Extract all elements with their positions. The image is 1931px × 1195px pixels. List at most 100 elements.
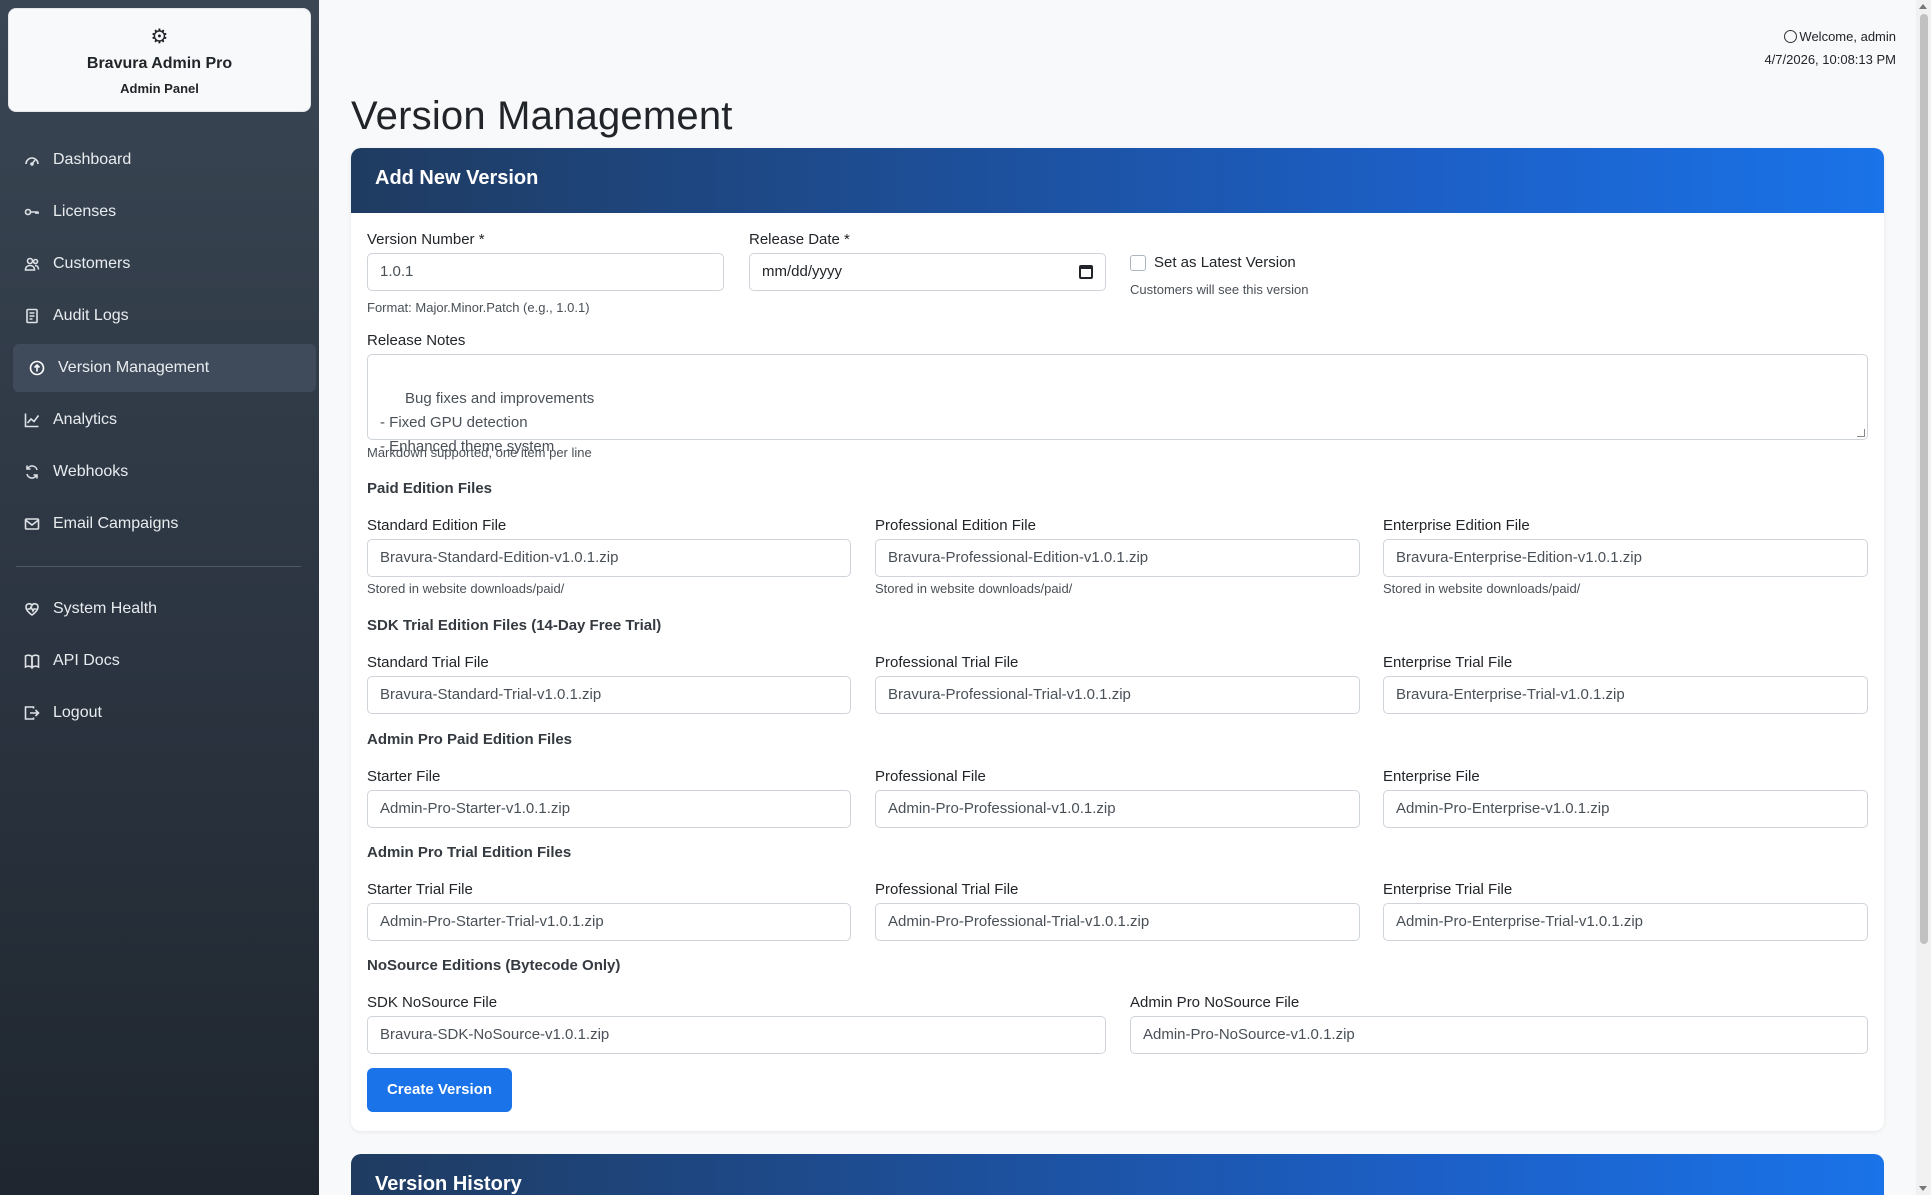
enterprise-file-input[interactable]: Admin-Pro-Enterprise-v1.0.1.zip bbox=[1383, 790, 1868, 828]
enterprise-file-label: Enterprise File bbox=[1383, 768, 1480, 785]
version-number-label: Version Number * bbox=[367, 231, 485, 248]
sidebar-item-logout[interactable]: Logout bbox=[13, 689, 316, 737]
starter-trial-input[interactable]: Admin-Pro-Starter-Trial-v1.0.1.zip bbox=[367, 903, 851, 941]
enterprise-edition-label: Enterprise Edition File bbox=[1383, 517, 1530, 534]
professional-edition-help: Stored in website downloads/paid/ bbox=[875, 581, 1073, 596]
brand-title: Bravura Admin Pro bbox=[86, 55, 233, 72]
release-notes-help: Markdown supported, one item per line bbox=[367, 445, 592, 460]
starter-file-label: Starter File bbox=[367, 768, 441, 785]
professional-trial-label: Professional Trial File bbox=[875, 654, 1019, 671]
enterprise-trial-label: Enterprise Trial File bbox=[1383, 654, 1513, 671]
sidebar-item-label: System Health bbox=[53, 600, 158, 617]
key-icon bbox=[23, 203, 41, 221]
sidebar-item-version-management[interactable]: Version Management bbox=[13, 344, 316, 392]
journal-icon bbox=[23, 307, 41, 325]
ap-enterprise-trial-input[interactable]: Admin-Pro-Enterprise-Trial-v1.0.1.zip bbox=[1383, 903, 1868, 941]
standard-edition-label: Standard Edition File bbox=[367, 517, 507, 534]
enterprise-edition-input[interactable]: Bravura-Enterprise-Edition-v1.0.1.zip bbox=[1383, 539, 1868, 577]
version-number-help: Format: Major.Minor.Patch (e.g., 1.0.1) bbox=[367, 300, 590, 315]
user-info: Welcome, admin 4/7/2026, 10:08:13 PM bbox=[1764, 25, 1896, 71]
scroll-thumb[interactable] bbox=[1920, 14, 1928, 944]
paid-files-heading: Paid Edition Files bbox=[367, 480, 493, 497]
resize-handle[interactable] bbox=[1857, 429, 1865, 437]
admin-pro-trial-heading: Admin Pro Trial Edition Files bbox=[367, 844, 572, 861]
people-icon bbox=[23, 255, 41, 273]
sidebar-item-webhooks[interactable]: Webhooks bbox=[13, 448, 316, 496]
sidebar-item-label: Dashboard bbox=[53, 151, 132, 168]
nosource-heading: NoSource Editions (Bytecode Only) bbox=[367, 957, 621, 974]
sidebar-item-label: Email Campaigns bbox=[53, 515, 179, 532]
admin-pro-nosource-label: Admin Pro NoSource File bbox=[1130, 994, 1300, 1011]
datetime: 4/7/2026, 10:08:13 PM bbox=[1764, 52, 1896, 67]
sidebar-nav: Dashboard Licenses Customers Audit Logs … bbox=[13, 136, 316, 741]
brand-panel: ⚙ Bravura Admin Pro Admin Panel bbox=[8, 8, 311, 112]
create-version-button[interactable]: Create Version bbox=[367, 1068, 512, 1112]
book-icon bbox=[23, 652, 41, 670]
enterprise-trial-input[interactable]: Bravura-Enterprise-Trial-v1.0.1.zip bbox=[1383, 676, 1868, 714]
heart-pulse-icon bbox=[23, 600, 41, 618]
standard-edition-input[interactable]: Bravura-Standard-Edition-v1.0.1.zip bbox=[367, 539, 851, 577]
sidebar-item-label: API Docs bbox=[53, 652, 120, 669]
release-notes-textarea[interactable]: Bug fixes and improvements - Fixed GPU d… bbox=[367, 354, 1868, 455]
admin-pro-paid-heading: Admin Pro Paid Edition Files bbox=[367, 731, 573, 748]
page-scrollbar[interactable] bbox=[1916, 0, 1931, 1195]
sdk-trial-heading: SDK Trial Edition Files (14-Day Free Tri… bbox=[367, 617, 662, 634]
professional-trial-input[interactable]: Bravura-Professional-Trial-v1.0.1.zip bbox=[875, 676, 1360, 714]
sidebar-item-customers[interactable]: Customers bbox=[13, 240, 316, 288]
sidebar-item-email-campaigns[interactable]: Email Campaigns bbox=[13, 500, 316, 548]
sidebar-item-label: Customers bbox=[53, 255, 131, 272]
scroll-up-arrow-icon[interactable] bbox=[1919, 4, 1927, 9]
release-notes-label: Release Notes bbox=[367, 332, 466, 349]
ap-professional-trial-label: Professional Trial File bbox=[875, 881, 1019, 898]
latest-version-label[interactable]: Set as Latest Version bbox=[1154, 254, 1296, 271]
sidebar: ⚙ Bravura Admin Pro Admin Panel Dashboar… bbox=[0, 0, 319, 1195]
sidebar-item-label: Version Management bbox=[58, 359, 210, 376]
sidebar-item-system-health[interactable]: System Health bbox=[13, 585, 316, 633]
version-history-header: Version History bbox=[351, 1154, 1884, 1195]
latest-version-help: Customers will see this version bbox=[1130, 282, 1309, 297]
ap-enterprise-trial-label: Enterprise Trial File bbox=[1383, 881, 1513, 898]
professional-edition-input[interactable]: Bravura-Professional-Edition-v1.0.1.zip bbox=[875, 539, 1360, 577]
latest-version-checkbox[interactable] bbox=[1130, 255, 1146, 271]
dashboard-icon bbox=[23, 151, 41, 169]
admin-pro-nosource-input[interactable]: Admin-Pro-NoSource-v1.0.1.zip bbox=[1130, 1016, 1868, 1054]
logout-icon bbox=[23, 704, 41, 722]
sdk-nosource-label: SDK NoSource File bbox=[367, 994, 498, 1011]
page-title: Version Management bbox=[351, 94, 733, 138]
standard-trial-label: Standard Trial File bbox=[367, 654, 489, 671]
refresh-icon bbox=[23, 463, 41, 481]
welcome-text: Welcome, admin bbox=[1799, 29, 1896, 44]
sidebar-item-label: Logout bbox=[53, 704, 102, 721]
add-version-card: Add New Version Version Number * 1.0.1 F… bbox=[351, 148, 1884, 1131]
standard-trial-input[interactable]: Bravura-Standard-Trial-v1.0.1.zip bbox=[367, 676, 851, 714]
professional-file-input[interactable]: Admin-Pro-Professional-v1.0.1.zip bbox=[875, 790, 1360, 828]
ap-professional-trial-input[interactable]: Admin-Pro-Professional-Trial-v1.0.1.zip bbox=[875, 903, 1360, 941]
sidebar-item-label: Webhooks bbox=[53, 463, 129, 480]
user-circle-icon bbox=[1784, 30, 1798, 43]
sidebar-item-label: Analytics bbox=[53, 411, 118, 428]
chart-line-icon bbox=[23, 411, 41, 429]
standard-edition-help: Stored in website downloads/paid/ bbox=[367, 581, 565, 596]
sidebar-item-audit-logs[interactable]: Audit Logs bbox=[13, 292, 316, 340]
calendar-icon[interactable] bbox=[1079, 265, 1093, 279]
gear-icon: ⚙ bbox=[150, 26, 169, 48]
sidebar-item-dashboard[interactable]: Dashboard bbox=[13, 136, 316, 184]
release-date-label: Release Date * bbox=[749, 231, 850, 248]
sidebar-item-licenses[interactable]: Licenses bbox=[13, 188, 316, 236]
sidebar-item-label: Audit Logs bbox=[53, 307, 129, 324]
sdk-nosource-input[interactable]: Bravura-SDK-NoSource-v1.0.1.zip bbox=[367, 1016, 1106, 1054]
sidebar-item-api-docs[interactable]: API Docs bbox=[13, 637, 316, 685]
version-number-input[interactable]: 1.0.1 bbox=[367, 253, 724, 291]
sidebar-divider bbox=[16, 566, 301, 567]
professional-edition-label: Professional Edition File bbox=[875, 517, 1036, 534]
release-date-value: mm/dd/yyyy bbox=[762, 263, 843, 280]
release-date-input[interactable]: mm/dd/yyyy bbox=[749, 253, 1106, 291]
enterprise-edition-help: Stored in website downloads/paid/ bbox=[1383, 581, 1581, 596]
sidebar-item-analytics[interactable]: Analytics bbox=[13, 396, 316, 444]
professional-file-label: Professional File bbox=[875, 768, 986, 785]
sidebar-item-label: Licenses bbox=[53, 203, 117, 220]
brand-subtitle: Admin Panel bbox=[120, 81, 199, 96]
starter-file-input[interactable]: Admin-Pro-Starter-v1.0.1.zip bbox=[367, 790, 851, 828]
scroll-down-arrow-icon[interactable] bbox=[1919, 1186, 1927, 1191]
card-header: Add New Version bbox=[351, 148, 1884, 213]
